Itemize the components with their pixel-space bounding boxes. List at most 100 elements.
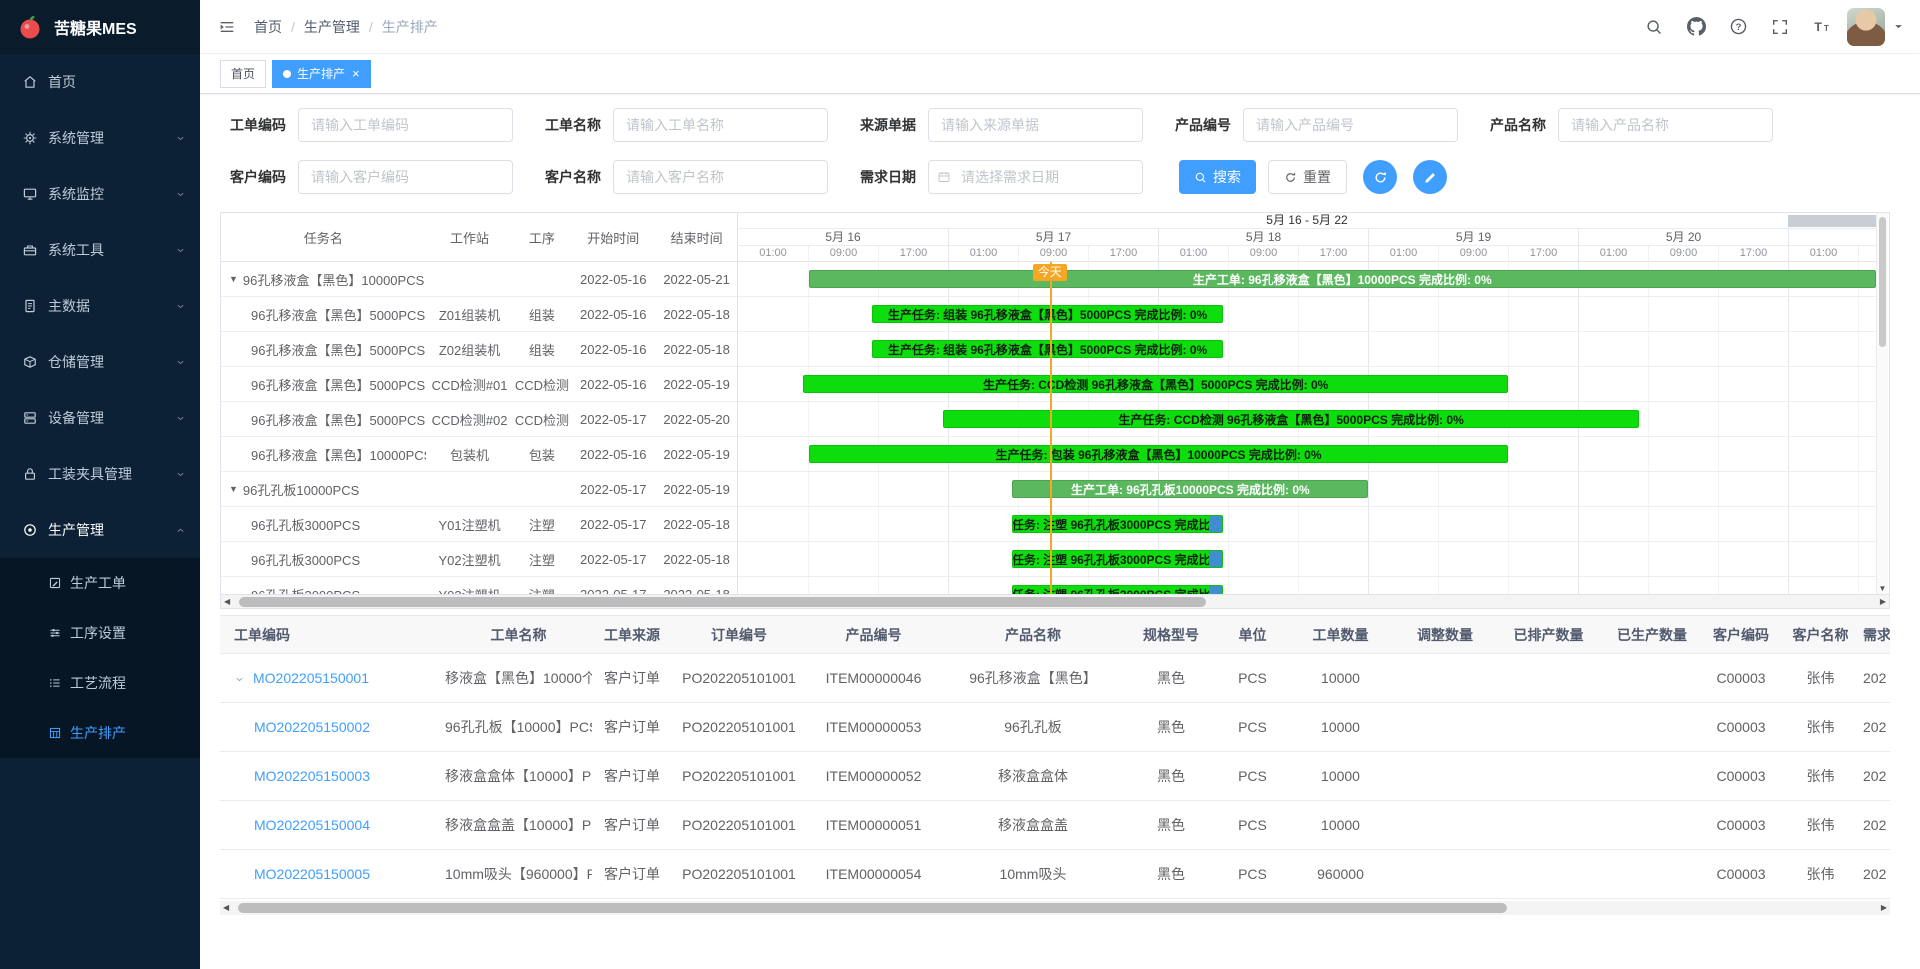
gantt-task-row[interactable]: ▼96孔移液盒【黑色】10000PCS2022-05-162022-05-21 <box>221 262 737 297</box>
table-cell: 202 <box>1863 752 1890 801</box>
gantt-task-row[interactable]: ▼96孔孔板10000PCS2022-05-172022-05-19 <box>221 472 737 507</box>
sidebar-item-system-management[interactable]: 系统管理 <box>0 110 200 166</box>
task-station: Z01组装机 <box>426 305 514 324</box>
work-order-code-input[interactable] <box>298 108 513 142</box>
task-name: 96孔孔板10000PCS <box>243 480 426 499</box>
scroll-left-arrow-icon[interactable]: ◀ <box>223 901 229 915</box>
task-bar[interactable]: 生产任务: CCD检测 96孔移液盒【黑色】5000PCS 完成比例: 0% <box>943 410 1639 428</box>
bar-selection-handle[interactable] <box>1209 551 1222 567</box>
sidebar-item-home[interactable]: 首页 <box>0 54 200 110</box>
sidebar-item-master-data[interactable]: 主数据 <box>0 278 200 334</box>
scroll-right-arrow-icon[interactable]: ▶ <box>1880 595 1886 609</box>
chevron-down-icon <box>175 133 186 144</box>
work-order-bar[interactable]: 生产工单: 96孔移液盒【黑色】10000PCS 完成比例: 0% <box>809 270 1876 288</box>
work-order-link[interactable]: MO202205150004 <box>254 817 370 833</box>
reset-button[interactable]: 重置 <box>1268 160 1347 194</box>
table-cell <box>1393 654 1497 703</box>
hour-label: 01:00 <box>738 246 808 262</box>
font-size-icon[interactable]: TT <box>1805 10 1839 44</box>
tab-production-scheduling[interactable]: 生产排产× <box>272 60 371 88</box>
customer-name-input[interactable] <box>613 160 828 194</box>
column-header: 客户编码 <box>1704 616 1778 654</box>
scrollbar-thumb[interactable] <box>1879 217 1886 347</box>
search-icon[interactable] <box>1637 10 1671 44</box>
fullscreen-icon[interactable] <box>1763 10 1797 44</box>
gantt-task-row[interactable]: 96孔移液盒【黑色】5000PCSZ02组装机组装2022-05-162022-… <box>221 332 737 367</box>
breadcrumb-item[interactable]: 首页 <box>254 17 282 37</box>
table-horizontal-scrollbar[interactable]: ◀ ▶ <box>220 901 1890 915</box>
source-doc-input[interactable] <box>928 108 1143 142</box>
svg-text:?: ? <box>1735 22 1741 33</box>
work-order-link[interactable]: MO202205150005 <box>254 866 370 882</box>
scroll-down-arrow-icon[interactable]: ▼ <box>1877 584 1888 593</box>
work-order-link[interactable]: MO202205150003 <box>254 768 370 784</box>
gantt-horizontal-scrollbar[interactable]: ◀ ▶ <box>221 594 1889 608</box>
sidebar-item-process-settings[interactable]: 工序设置 <box>0 608 200 658</box>
gantt-task-row[interactable]: 96孔孔板3000PCSY02注塑机注塑2022-05-172022-05-18 <box>221 542 737 577</box>
timeline-scroll-indicator[interactable] <box>1788 215 1876 227</box>
work-order-link[interactable]: MO202205150002 <box>254 719 370 735</box>
sidebar-item-process-flow[interactable]: 工艺流程 <box>0 658 200 708</box>
gantt-task-row[interactable]: 96孔移液盒【黑色】5000PCSZ01组装机组装2022-05-162022-… <box>221 297 737 332</box>
gantt-task-row[interactable]: 96孔孔板3000PCSY01注塑机注塑2022-05-172022-05-18 <box>221 507 737 542</box>
sidebar-item-equipment-management[interactable]: 设备管理 <box>0 390 200 446</box>
column-header: 产品名称 <box>941 616 1125 654</box>
product-code-input[interactable] <box>1243 108 1458 142</box>
work-order-name-input[interactable] <box>613 108 828 142</box>
tab-home[interactable]: 首页 <box>220 60 266 88</box>
collapse-arrow-icon[interactable]: ▼ <box>229 484 238 494</box>
task-bar[interactable]: 生产任务: 组装 96孔移液盒【黑色】5000PCS 完成比例: 0% <box>872 305 1223 323</box>
task-bar[interactable]: 生产任务: 包装 96孔移液盒【黑色】10000PCS 完成比例: 0% <box>809 445 1509 463</box>
bar-selection-handle[interactable] <box>1209 586 1222 594</box>
table-cell: 黑色 <box>1125 654 1217 703</box>
gantt-vertical-scrollbar[interactable]: ▼ <box>1876 213 1888 594</box>
gantt-task-row[interactable]: 96孔移液盒【黑色】10000PCS包装机包装2022-05-162022-05… <box>221 437 737 472</box>
work-order-link[interactable]: MO202205150001 <box>253 670 369 686</box>
sidebar-item-production-scheduling[interactable]: 生产排产 <box>0 708 200 758</box>
edit-gantt-button[interactable] <box>1413 160 1447 194</box>
table-cell: 客户订单 <box>592 703 672 752</box>
app-logo[interactable]: 苦糖果MES <box>0 0 200 54</box>
sidebar-item-production-work-order[interactable]: 生产工单 <box>0 558 200 608</box>
work-order-code-cell: MO202205150005 <box>220 850 445 899</box>
table-row: MO20220515000296孔孔板【10000】PCS客户订单PO20220… <box>220 703 1890 752</box>
bar-selection-handle[interactable] <box>1209 516 1222 532</box>
grid-icon <box>48 726 62 740</box>
sidebar-item-production-management[interactable]: 生产管理 <box>0 502 200 558</box>
scrollbar-thumb[interactable] <box>238 903 1507 913</box>
scroll-right-arrow-icon[interactable]: ▶ <box>1881 901 1887 915</box>
sidebar-item-warehouse-management[interactable]: 仓储管理 <box>0 334 200 390</box>
customer-code-input[interactable] <box>298 160 513 194</box>
task-bar[interactable]: 生产任务: 注塑 96孔孔板3000PCS 完成比例: 0% <box>1012 585 1223 594</box>
task-bar[interactable]: 生产任务: 注塑 96孔孔板3000PCS 完成比例: 0% <box>1012 515 1223 533</box>
help-icon[interactable]: ? <box>1721 10 1755 44</box>
github-icon[interactable] <box>1679 10 1713 44</box>
gantt-task-row[interactable]: 96孔孔板3000PCSY03注塑机注塑2022-05-172022-05-18 <box>221 577 737 594</box>
sidebar-toggle-icon[interactable] <box>210 10 244 44</box>
close-icon[interactable]: × <box>352 67 360 80</box>
task-bar[interactable]: 生产任务: 组装 96孔移液盒【黑色】5000PCS 完成比例: 0% <box>872 340 1223 358</box>
product-name-input[interactable] <box>1558 108 1773 142</box>
refresh-gantt-button[interactable] <box>1363 160 1397 194</box>
sidebar-item-fixture-management[interactable]: 工装夹具管理 <box>0 446 200 502</box>
search-button[interactable]: 搜索 <box>1179 160 1256 194</box>
breadcrumb-item[interactable]: 生产管理 <box>304 17 360 37</box>
demand-date-input[interactable] <box>928 160 1143 194</box>
task-end-time: 2022-05-18 <box>656 517 737 532</box>
user-menu-caret-icon[interactable] <box>1893 21 1904 32</box>
user-avatar[interactable] <box>1847 8 1885 46</box>
work-order-bar[interactable]: 生产工单: 96孔孔板10000PCS 完成比例: 0% <box>1012 480 1368 498</box>
sidebar-item-system-tools[interactable]: 系统工具 <box>0 222 200 278</box>
table-cell: 客户订单 <box>592 654 672 703</box>
expand-row-icon[interactable] <box>234 674 245 685</box>
scrollbar-thumb[interactable] <box>239 597 1206 607</box>
sidebar-item-system-monitor[interactable]: 系统监控 <box>0 166 200 222</box>
gantt-task-row[interactable]: 96孔移液盒【黑色】5000PCSCCD检测#02CCD检测2022-05-17… <box>221 402 737 437</box>
table-cell: 移液盒盒盖 <box>941 801 1125 850</box>
task-station: Y02注塑机 <box>426 550 514 569</box>
gantt-task-row[interactable]: 96孔移液盒【黑色】5000PCSCCD检测#01CCD检测2022-05-16… <box>221 367 737 402</box>
collapse-arrow-icon[interactable]: ▼ <box>229 274 238 284</box>
scroll-left-arrow-icon[interactable]: ◀ <box>224 595 230 609</box>
task-bar[interactable]: 生产任务: CCD检测 96孔移液盒【黑色】5000PCS 完成比例: 0% <box>803 375 1509 393</box>
task-bar[interactable]: 生产任务: 注塑 96孔孔板3000PCS 完成比例: 0% <box>1012 550 1223 568</box>
